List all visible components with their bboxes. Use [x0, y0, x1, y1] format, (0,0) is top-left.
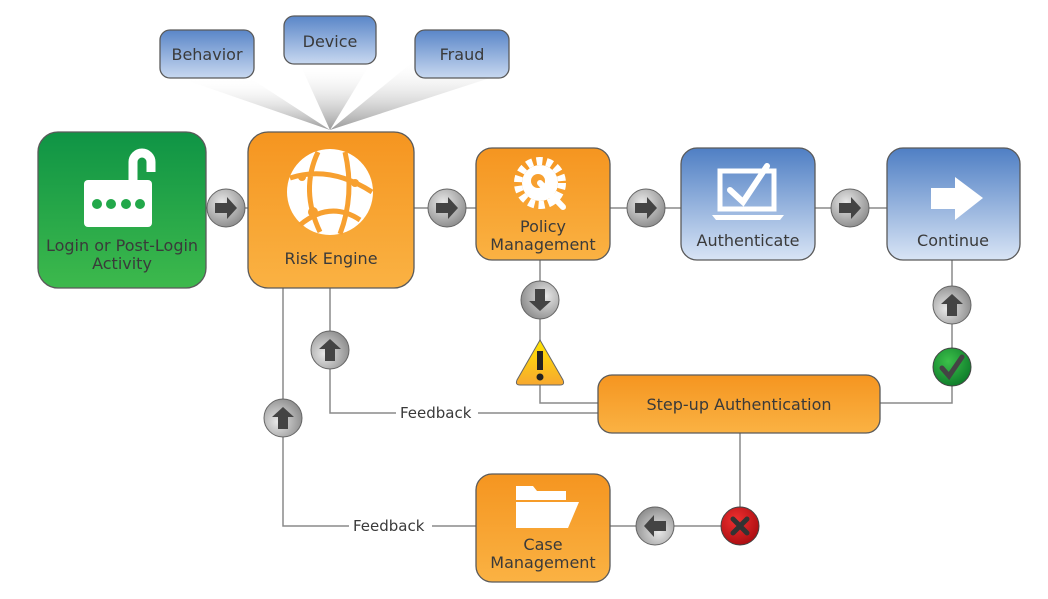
globe-network-icon [287, 149, 374, 235]
authenticate-label: Authenticate [697, 231, 800, 250]
feedback-lower-label: Feedback [353, 517, 425, 535]
node-login: Login or Post-Login Activity [37, 131, 207, 289]
input-fraud: Fraud [414, 29, 510, 79]
arrow-right-icon [206, 188, 246, 228]
node-case-management: Case Management [475, 473, 611, 583]
stepup-label: Step-up Authentication [646, 395, 831, 414]
node-policy-management: Policy Management [475, 147, 611, 261]
arrow-up-icon [263, 398, 303, 438]
arrow-right-icon [626, 188, 666, 228]
feedback-upper-label: Feedback [400, 404, 472, 422]
arrow-right-icon [830, 188, 870, 228]
input-device: Device [283, 15, 377, 65]
policy-label-1: Policy [520, 217, 566, 236]
case-label-1: Case [523, 535, 562, 554]
fraud-label: Fraud [440, 45, 485, 64]
input-behavior: Behavior [159, 29, 255, 79]
device-label: Device [303, 32, 358, 51]
arrow-right-icon [427, 188, 467, 228]
risk-engine-label: Risk Engine [284, 249, 377, 268]
gear-wrench-icon [514, 157, 566, 210]
arrow-down-icon [520, 280, 560, 320]
continue-label: Continue [917, 231, 989, 250]
login-label-1: Login or Post-Login [46, 236, 198, 255]
arrow-up-icon [310, 330, 350, 370]
login-label-2: Activity [92, 254, 152, 273]
case-label-2: Management [490, 553, 595, 572]
node-risk-engine: Risk Engine [247, 131, 415, 289]
error-x-circle-icon [720, 506, 760, 546]
node-authenticate: Authenticate [680, 147, 816, 261]
behavior-label: Behavior [171, 45, 242, 64]
policy-label-2: Management [490, 235, 595, 254]
check-circle-icon [932, 347, 972, 387]
node-stepup-authentication: Step-up Authentication [597, 374, 881, 434]
node-continue: Continue [886, 147, 1021, 261]
arrow-up-icon [932, 285, 972, 325]
risk-flow-diagram: Behavior Device Fraud Login or Post-Logi… [37, 15, 1021, 583]
arrow-left-icon [635, 506, 675, 546]
warning-icon [515, 338, 565, 386]
